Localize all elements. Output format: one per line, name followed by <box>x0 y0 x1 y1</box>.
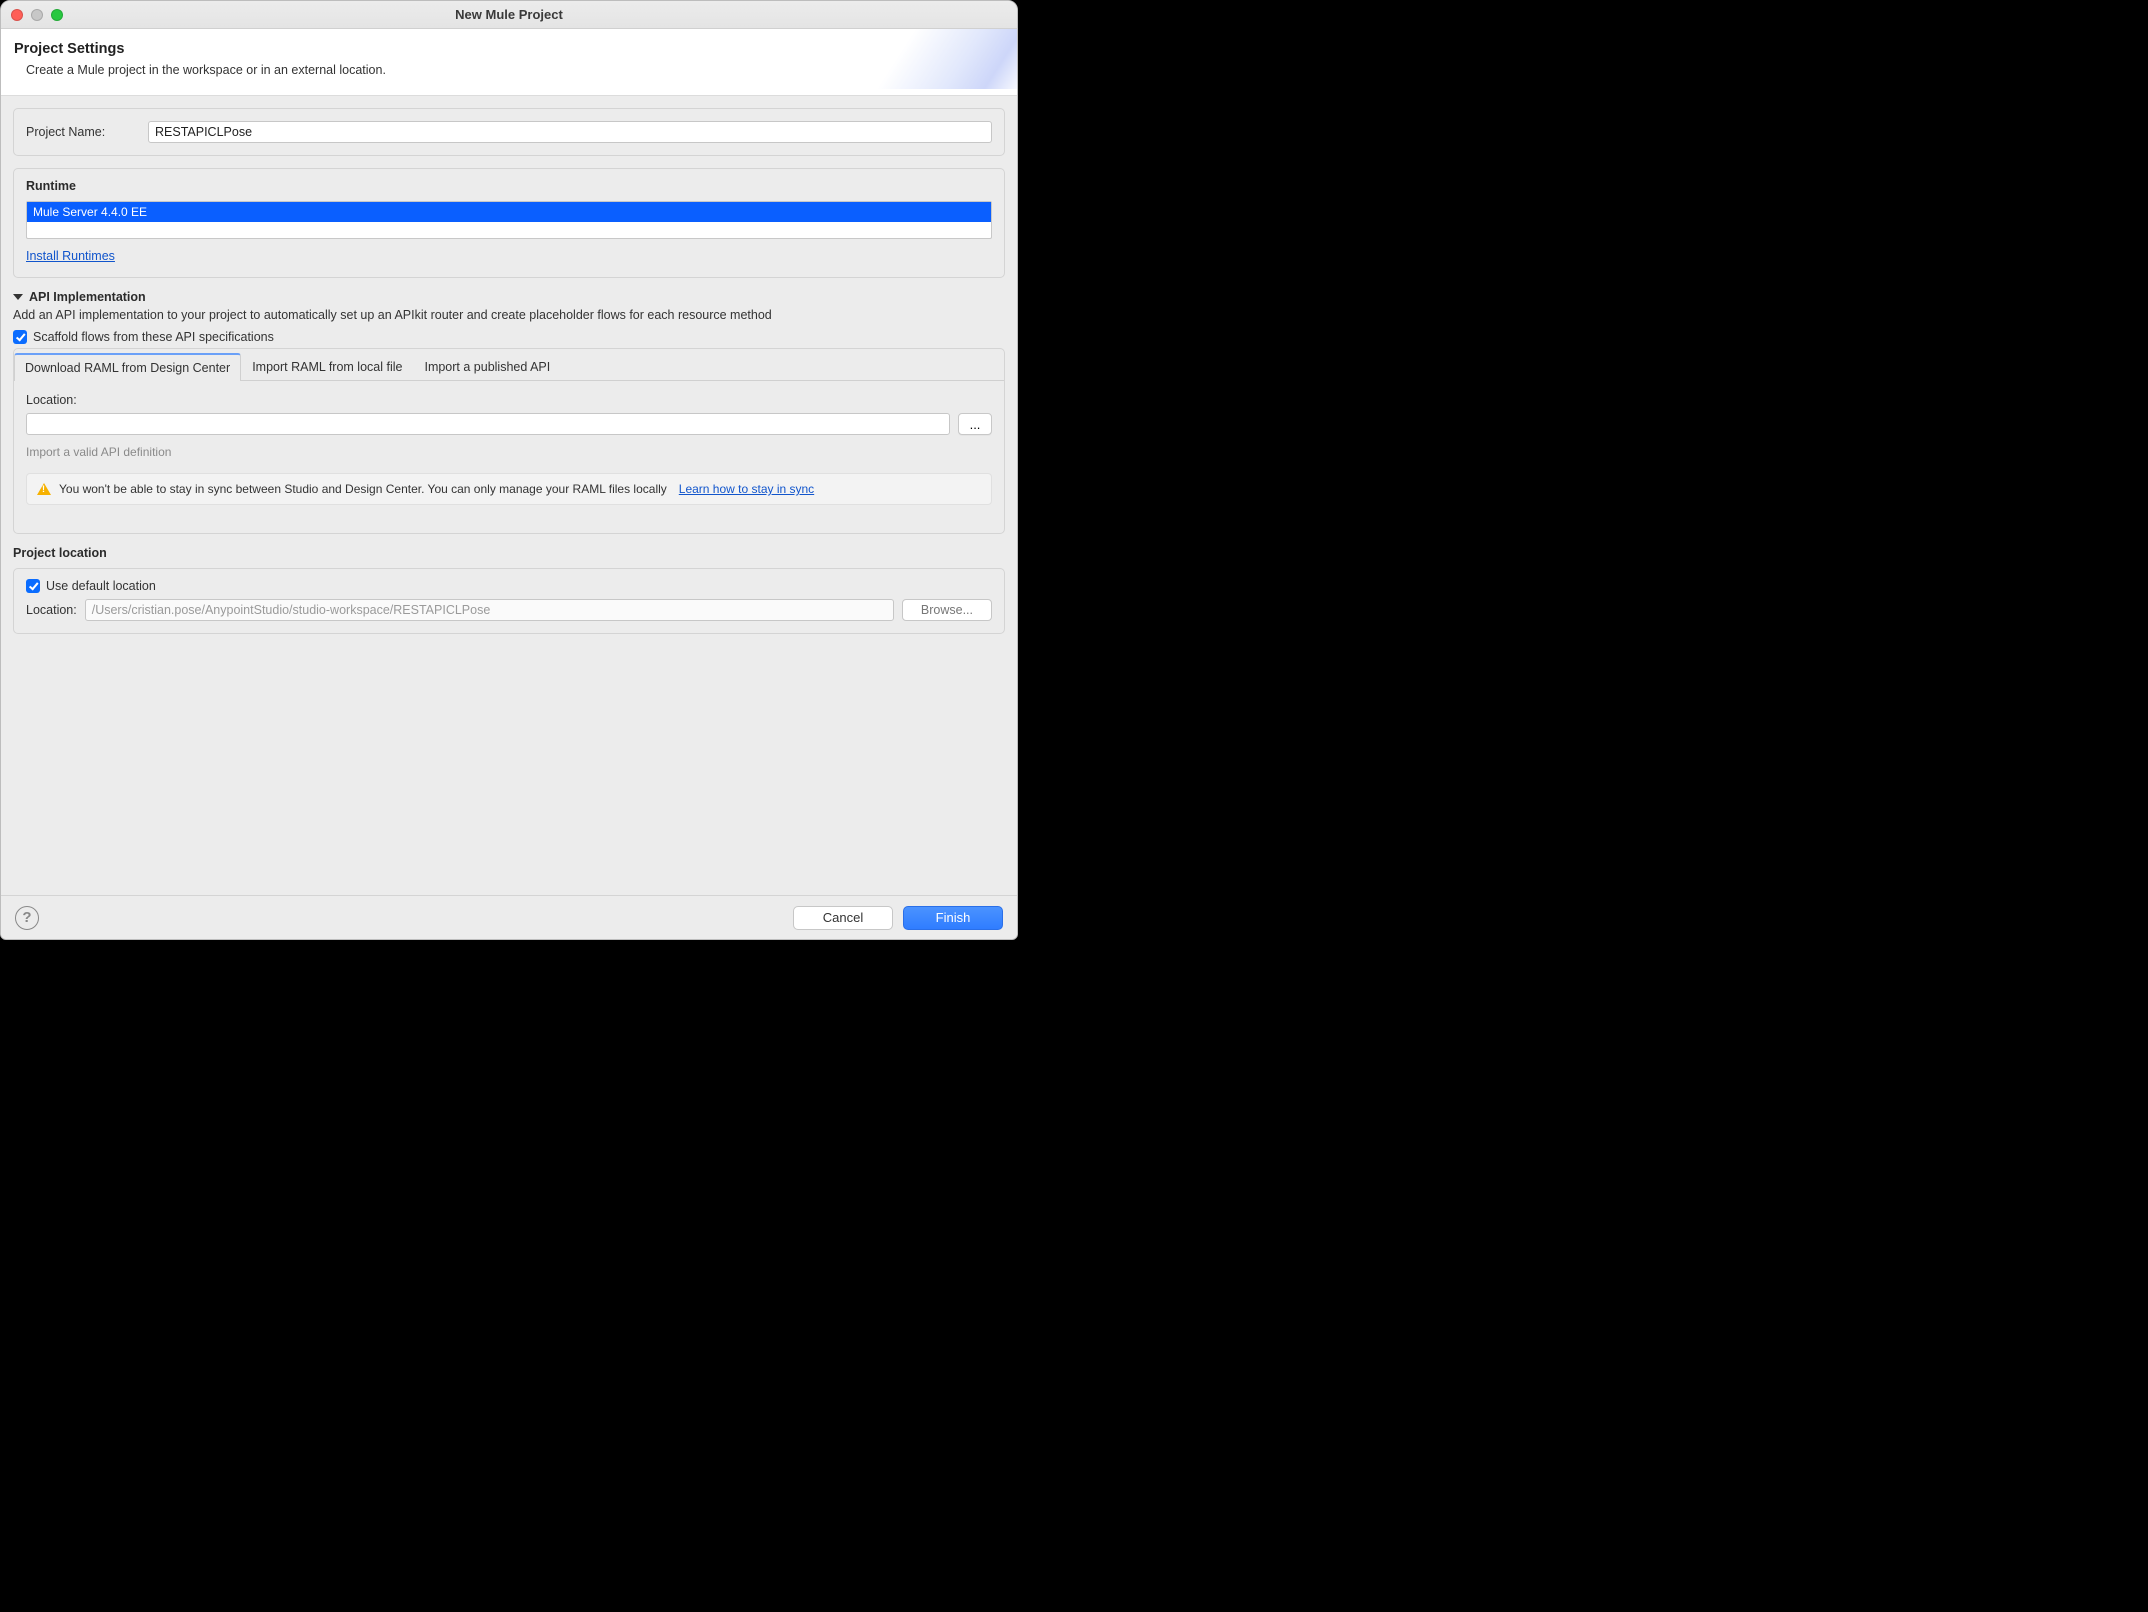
runtime-group: Runtime Mule Server 4.4.0 EE Install Run… <box>13 168 1005 278</box>
page-subtitle: Create a Mule project in the workspace o… <box>26 63 1002 77</box>
api-impl-title: API Implementation <box>29 290 146 304</box>
use-default-location-row[interactable]: Use default location <box>26 579 992 593</box>
tab-import-raml-local[interactable]: Import RAML from local file <box>241 353 413 380</box>
runtime-title: Runtime <box>26 179 992 193</box>
use-default-location-checkbox[interactable] <box>26 579 40 593</box>
api-tabs: Download RAML from Design Center Import … <box>14 353 1004 381</box>
sync-learn-link[interactable]: Learn how to stay in sync <box>679 482 814 496</box>
project-name-input[interactable] <box>148 121 992 143</box>
api-impl-description: Add an API implementation to your projec… <box>13 308 1005 322</box>
api-location-input[interactable] <box>26 413 950 435</box>
titlebar: New Mule Project <box>1 1 1017 29</box>
scaffold-checkbox-label: Scaffold flows from these API specificat… <box>33 330 274 344</box>
tab-body: Location: ... Import a valid API definit… <box>14 381 1004 517</box>
api-location-hint: Import a valid API definition <box>26 445 992 459</box>
finish-button[interactable]: Finish <box>903 906 1003 930</box>
runtime-item[interactable]: Mule Server 4.4.0 EE <box>27 202 991 222</box>
api-impl-toggle[interactable]: API Implementation <box>13 290 1005 304</box>
window-title: New Mule Project <box>1 7 1017 22</box>
header-panel: Project Settings Create a Mule project i… <box>1 29 1017 96</box>
runtime-list[interactable]: Mule Server 4.4.0 EE <box>26 201 992 239</box>
tab-import-published-api[interactable]: Import a published API <box>413 353 561 380</box>
api-tabs-group: Download RAML from Design Center Import … <box>13 348 1005 534</box>
scaffold-checkbox-row[interactable]: Scaffold flows from these API specificat… <box>13 330 1005 344</box>
tab-download-raml[interactable]: Download RAML from Design Center <box>14 353 241 381</box>
project-name-group: Project Name: <box>13 108 1005 156</box>
page-title: Project Settings <box>14 41 1002 57</box>
project-location-section: Project location Use default location Lo… <box>13 546 1005 634</box>
project-name-label: Project Name: <box>26 125 136 139</box>
api-location-browse-button[interactable]: ... <box>958 413 992 435</box>
install-runtimes-link[interactable]: Install Runtimes <box>26 249 115 263</box>
content-area: Project Name: Runtime Mule Server 4.4.0 … <box>1 96 1017 895</box>
help-button[interactable]: ? <box>15 906 39 930</box>
api-implementation-section: API Implementation Add an API implementa… <box>13 290 1005 534</box>
use-default-location-label: Use default location <box>46 579 156 593</box>
project-location-path-label: Location: <box>26 603 77 617</box>
sync-warning-text: You won't be able to stay in sync betwee… <box>59 482 667 496</box>
sync-warning-alert: You won't be able to stay in sync betwee… <box>26 473 992 505</box>
project-location-title: Project location <box>13 546 1005 560</box>
scaffold-checkbox[interactable] <box>13 330 27 344</box>
dialog-footer: ? Cancel Finish <box>1 895 1017 939</box>
header-decoration <box>848 29 1018 89</box>
chevron-down-icon <box>13 294 23 300</box>
dialog-window: New Mule Project Project Settings Create… <box>0 0 1018 940</box>
warning-icon <box>37 483 51 495</box>
runtime-empty-row <box>27 222 991 238</box>
project-location-browse-button[interactable]: Browse... <box>902 599 992 621</box>
project-location-group: Use default location Location: /Users/cr… <box>13 568 1005 634</box>
cancel-button[interactable]: Cancel <box>793 906 893 930</box>
project-location-path-input: /Users/cristian.pose/AnypointStudio/stud… <box>85 599 894 621</box>
api-location-label: Location: <box>26 393 992 407</box>
